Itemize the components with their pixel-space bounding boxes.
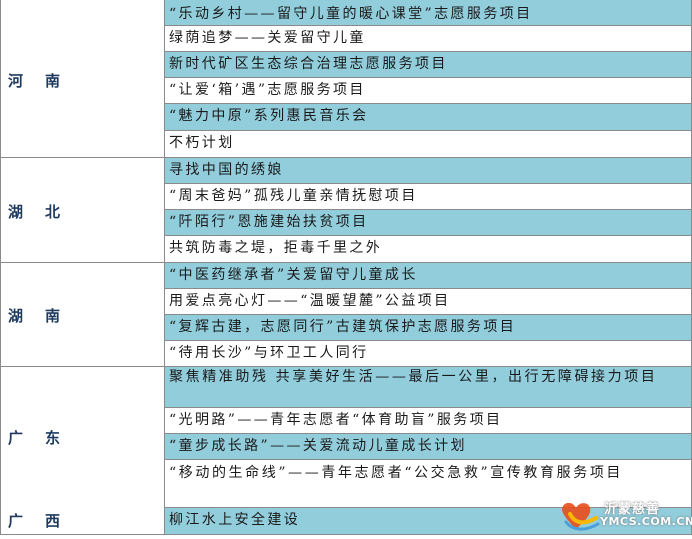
table-row: “阡陌行”恩施建始扶贫项目 (165, 210, 692, 236)
province-cell-henan: 河南 (0, 0, 165, 158)
heart-logo-icon (562, 502, 600, 531)
province-label: 广西 (8, 512, 83, 530)
table-row: “周末爸妈”孤残儿童亲情抚慰项目 (165, 184, 692, 210)
table-left-border (0, 0, 1, 535)
table-row: 新时代矿区生态综合治理志愿服务项目 (165, 52, 692, 78)
province-cell-guangxi: 广西 (0, 508, 165, 535)
province-cell-hubei: 湖北 (0, 158, 165, 263)
table-row: 不朽计划 (165, 131, 692, 158)
table-row: “让爱‘箱’遇”志愿服务项目 (165, 78, 692, 104)
volunteer-project-table: 河南 “乐动乡村——留守儿童的暖心课堂”志愿服务项目 绿荫追梦——关爱留守儿童 … (0, 0, 692, 535)
province-label: 湖南 (8, 307, 83, 325)
table-row: 聚焦精准助残 共享美好生活——最后一公里，出行无障碍接力项目 (165, 367, 692, 408)
table-row: “魅力中原”系列惠民音乐会 (165, 104, 692, 131)
table-row: “待用长沙”与环卫工人同行 (165, 341, 692, 367)
province-cell-guangdong: 广东 (0, 367, 165, 509)
table-row: 用爱点亮心灯——“温暖望麓”公益项目 (165, 289, 692, 315)
watermark-url-text: YMCS.COM.CN (600, 515, 692, 528)
table-row: “童步成长路”——关爱流动儿童成长计划 (165, 434, 692, 460)
table-row: 绿荫追梦——关爱留守儿童 (165, 26, 692, 52)
table-row: 寻找中国的绣娘 (165, 158, 692, 184)
province-label: 河南 (8, 72, 83, 90)
table-row: “中医药继承者”关爱留守儿童成长 (165, 263, 692, 289)
watermark: 沂蒙慈善 YMCS.COM.CN (556, 496, 692, 535)
province-label: 湖北 (8, 203, 83, 221)
table-row: “光明路”——青年志愿者“体育助盲”服务项目 (165, 408, 692, 434)
table-row: “乐动乡村——留守儿童的暖心课堂”志愿服务项目 (165, 0, 692, 26)
table-row: 共筑防毒之堤，拒毒千里之外 (165, 236, 692, 263)
table-row: “复辉古建，志愿同行”古建筑保护志愿服务项目 (165, 315, 692, 341)
province-label: 广东 (8, 429, 83, 447)
province-cell-hunan: 湖南 (0, 263, 165, 367)
table-column-divider (164, 0, 165, 535)
